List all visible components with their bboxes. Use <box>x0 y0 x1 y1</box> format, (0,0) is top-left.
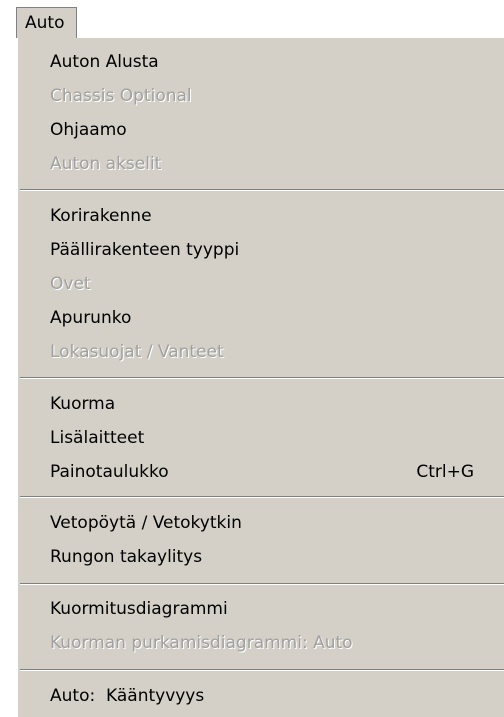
menu-item-label: Ohjaamo <box>50 120 127 140</box>
menu-item-vetopoyta-vetokytkin[interactable]: Vetopöytä / Vetokytkin <box>50 508 474 538</box>
menu-item-lokasuojat-vanteet: Lokasuojat / Vanteet <box>50 337 474 367</box>
menu-item-korirakenne[interactable]: Korirakenne <box>50 201 474 231</box>
menu-bar-auto[interactable]: Auto <box>16 7 77 38</box>
menu-item-label: Ovet <box>50 274 91 294</box>
menu-item-label: Apurunko <box>50 308 132 328</box>
menu-item-label: Chassis Optional <box>50 86 192 106</box>
menu-item-label: Kuormitusdiagrammi <box>50 599 228 619</box>
menu-item-label: Lokasuojat / Vanteet <box>50 342 224 362</box>
menu-item-chassis-optional: Chassis Optional <box>50 81 474 111</box>
menu-item-label: Kuorman purkamisdiagrammi: Auto <box>50 633 353 653</box>
menu-item-auton-alusta[interactable]: Auton Alusta <box>50 47 474 77</box>
menu-title-label: Auto <box>25 13 65 33</box>
menu-item-shortcut: Ctrl+G <box>416 462 474 482</box>
menu-item-kuorma[interactable]: Kuorma <box>50 389 474 419</box>
menu-separator <box>20 583 504 585</box>
menu-item-label: Rungon takaylitys <box>50 547 203 567</box>
menu-item-kuormitusdiagrammi[interactable]: Kuormitusdiagrammi <box>50 594 474 624</box>
menu-item-label: Kuorma <box>50 394 116 414</box>
menu-item-label: Vetopöytä / Vetokytkin <box>50 513 242 533</box>
menu-separator <box>20 669 504 671</box>
menu-item-ohjaamo[interactable]: Ohjaamo <box>50 115 474 145</box>
menu-item-kuorman-purkamisdiagrammi: Kuorman purkamisdiagrammi: Auto <box>50 628 474 658</box>
menu-item-painotaulukko[interactable]: Painotaulukko Ctrl+G <box>50 457 474 487</box>
menu-item-label: Lisälaitteet <box>50 428 145 448</box>
menu-item-auton-akselit: Auton akselit <box>50 149 474 179</box>
menu-item-label: Korirakenne <box>50 206 152 226</box>
menu-item-label: Auto: Kääntyvyys <box>50 686 205 706</box>
menu-separator <box>20 377 504 379</box>
menu-item-rungon-takaylitys[interactable]: Rungon takaylitys <box>50 542 474 572</box>
menu-item-label: Painotaulukko <box>50 462 169 482</box>
menu-item-label: Auton Alusta <box>50 52 159 72</box>
auto-dropdown-menu: Auton Alusta Chassis Optional Ohjaamo Au… <box>16 38 504 717</box>
menu-item-label: Päällirakenteen tyyppi <box>50 240 240 260</box>
menu-item-label: Auton akselit <box>50 154 162 174</box>
menu-separator <box>20 189 504 191</box>
menu-item-paallirakenteen-tyyppi[interactable]: Päällirakenteen tyyppi <box>50 235 474 265</box>
menu-item-lisalaitteet[interactable]: Lisälaitteet <box>50 423 474 453</box>
menu-item-auto-kaantyvyys[interactable]: Auto: Kääntyvyys <box>50 681 474 711</box>
menu-item-ovet: Ovet <box>50 269 474 299</box>
menu-item-apurunko[interactable]: Apurunko <box>50 303 474 333</box>
menu-separator <box>20 496 504 498</box>
